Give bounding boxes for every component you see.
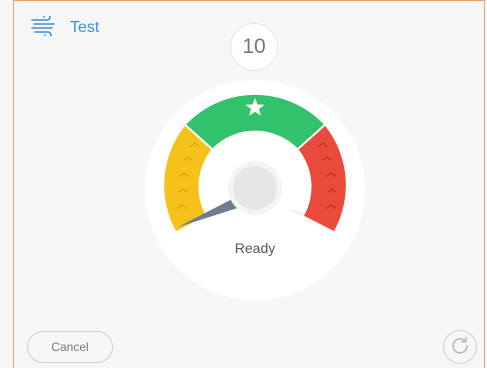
- reset-button[interactable]: [443, 330, 477, 364]
- speed-gauge: [164, 94, 346, 232]
- cancel-label: Cancel: [51, 340, 89, 354]
- counter-value: 10: [242, 35, 266, 58]
- header-label: Test: [70, 19, 100, 36]
- header[interactable]: Test: [30, 12, 100, 41]
- cancel-button[interactable]: Cancel: [27, 331, 113, 363]
- refresh-icon: [450, 335, 470, 360]
- gauge-hub: [233, 166, 277, 210]
- wind-icon: [30, 12, 58, 41]
- gauge-status: Ready: [234, 240, 276, 256]
- gauge-tick: [290, 209, 304, 216]
- counter-badge: 10: [230, 23, 278, 71]
